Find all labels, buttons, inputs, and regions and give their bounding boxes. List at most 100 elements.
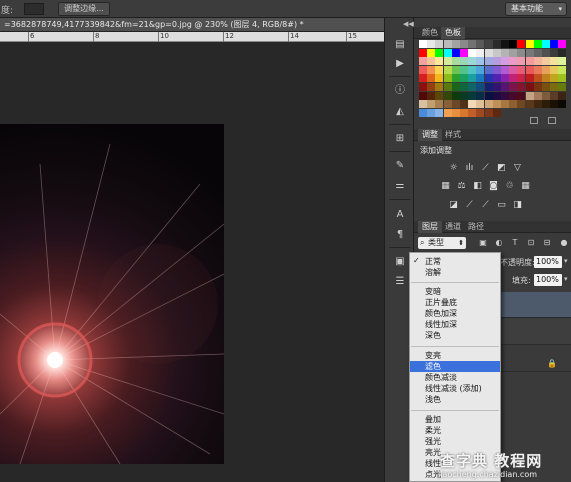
smart-object-filter-icon[interactable]: ⊟ [542,238,552,248]
swatch[interactable] [492,83,501,91]
tab-color[interactable]: 颜色 [418,27,442,39]
swatch[interactable] [509,57,518,66]
swatch[interactable] [558,48,567,57]
swatch[interactable] [484,74,493,83]
new-swatch-icon[interactable] [530,117,538,124]
swatch[interactable] [460,65,468,74]
swatch[interactable] [443,48,452,57]
swatch[interactable] [550,40,559,48]
blend-item-overlay[interactable]: 叠加 [410,414,500,425]
swatch[interactable] [419,108,427,117]
pasteboard[interactable] [0,42,384,482]
swatch[interactable] [501,40,509,48]
swatch[interactable] [427,100,436,109]
swatch[interactable] [525,74,534,83]
swatch[interactable] [468,91,477,100]
swatch[interactable] [427,108,436,117]
swatch[interactable] [468,74,477,83]
layer-comps-icon[interactable]: ▣ [393,256,407,268]
swatch[interactable] [468,40,477,48]
swatch[interactable] [501,83,509,91]
swatch[interactable] [517,83,526,91]
swatch[interactable] [484,65,493,74]
swatch[interactable] [550,57,559,66]
swatch[interactable] [509,65,518,74]
tab-channels[interactable]: 通道 [441,221,465,233]
chevron-down-icon[interactable]: ▾ [564,257,568,265]
blend-item-dissolve[interactable]: 溶解 [410,267,500,278]
swatch[interactable] [419,48,427,57]
black-white-icon[interactable]: ◧ [472,181,483,191]
swatch[interactable] [542,91,550,100]
swatch[interactable] [542,100,550,109]
swatch[interactable] [492,100,501,109]
swatch[interactable] [542,40,550,48]
swatch[interactable] [468,48,477,57]
swatch[interactable] [427,74,436,83]
layer-filter-select[interactable]: ⌕ 类型 ⬍ [418,237,466,249]
swatch[interactable] [542,48,550,57]
swatch[interactable] [476,83,485,91]
pixel-filter-icon[interactable]: ▣ [478,238,488,248]
blend-item-lighten[interactable]: 变亮 [410,350,500,361]
swatch[interactable] [476,100,485,109]
swatch[interactable] [533,100,542,109]
type-filter-icon[interactable]: T [510,238,520,248]
swatch[interactable] [558,91,567,100]
swatch[interactable] [550,74,559,83]
swatch[interactable] [484,100,493,109]
paragraph-icon[interactable]: ¶ [393,229,407,241]
swatch[interactable] [550,48,559,57]
swatch[interactable] [492,57,501,66]
swatch[interactable] [517,100,526,109]
shape-filter-icon[interactable]: ⊡ [526,238,536,248]
swatch[interactable] [517,40,526,48]
info-icon[interactable]: ⓘ [393,85,407,97]
hue-saturation-icon[interactable]: ▦ [440,181,451,191]
tab-swatches[interactable]: 色板 [441,27,465,39]
swatch[interactable] [525,65,534,74]
swatch[interactable] [460,108,468,117]
blend-item-linear-dodge[interactable]: 线性减淡 (添加) [410,383,500,394]
swatch[interactable] [484,91,493,100]
histogram-icon[interactable]: ◭ [393,106,407,118]
swatch[interactable] [484,48,493,57]
color-lookup-icon[interactable]: ▦ [520,181,531,191]
swatch[interactable] [419,74,427,83]
swatch[interactable] [533,48,542,57]
blend-item-color-burn[interactable]: 颜色加深 [410,308,500,319]
swatch[interactable] [468,83,477,91]
swatch[interactable] [451,74,460,83]
swatch[interactable] [443,83,452,91]
swatch[interactable] [460,74,468,83]
blend-item-linear-burn[interactable]: 线性加深 [410,319,500,330]
swatch[interactable] [443,65,452,74]
swatch[interactable] [451,83,460,91]
swatch[interactable] [460,100,468,109]
blend-item-darken[interactable]: 变暗 [410,286,500,297]
swatch[interactable] [476,74,485,83]
swatch[interactable] [501,48,509,57]
swatch[interactable] [460,57,468,66]
swatch[interactable] [501,100,509,109]
swatch[interactable] [419,65,427,74]
tab-adjustments[interactable]: 调整 [418,129,442,141]
tool-presets-icon[interactable]: ⚌ [393,180,407,192]
posterize-icon[interactable]: ⟋ [464,200,475,210]
swatch[interactable] [525,40,534,48]
swatch[interactable] [525,48,534,57]
swatch[interactable] [509,91,518,100]
swatch[interactable] [435,74,444,83]
swatch[interactable] [443,40,452,48]
workspace-select[interactable]: 基本功能 ▾ [505,2,567,16]
blend-item-multiply[interactable]: 正片叠底 [410,297,500,308]
swatch[interactable] [427,91,436,100]
swatch[interactable] [443,100,452,109]
brush-icon[interactable]: ✎ [393,160,407,172]
collapse-panels-icon[interactable]: ◀◀ [403,20,414,28]
swatch[interactable] [492,91,501,100]
swatch[interactable] [550,65,559,74]
brightness-icon[interactable]: ☼ [448,163,459,173]
swatch[interactable] [558,40,567,48]
swatch[interactable] [492,40,501,48]
